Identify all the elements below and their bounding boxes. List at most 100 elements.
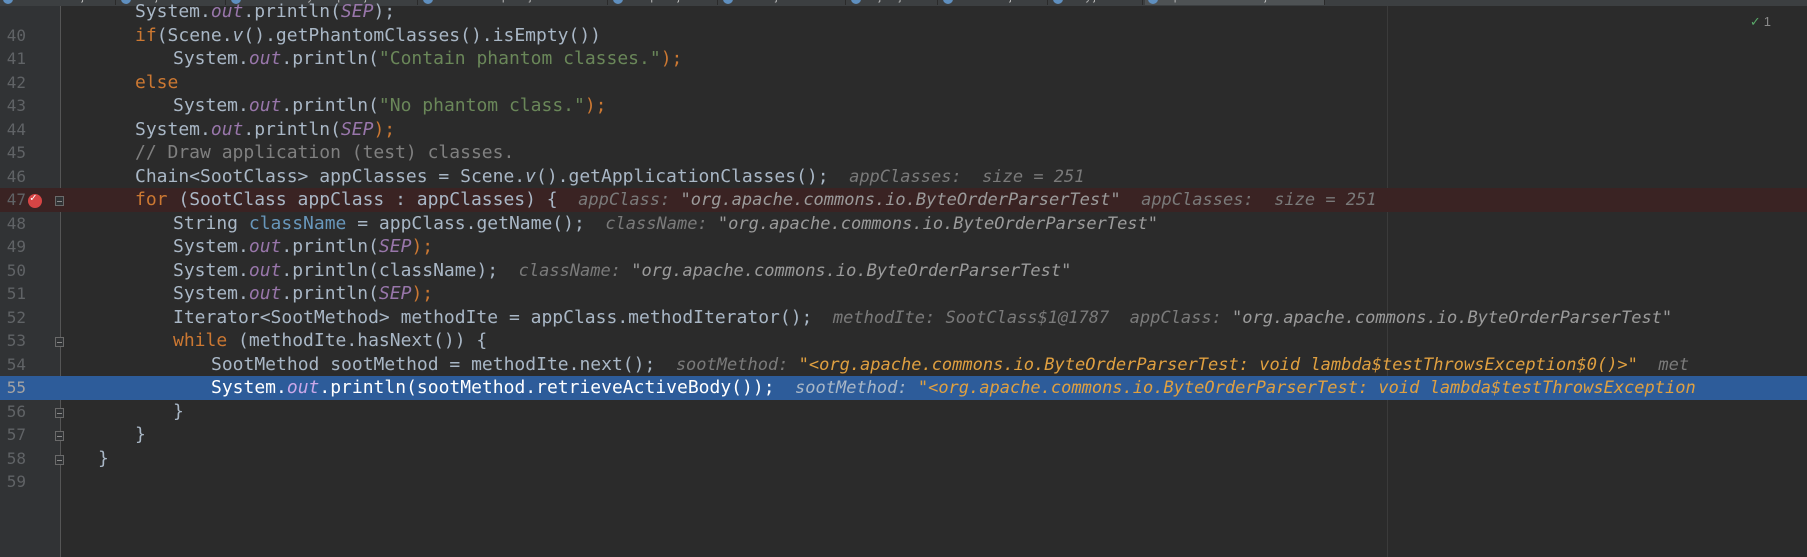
- code-token: "No phantom class.": [378, 95, 585, 116]
- code-token: System.: [135, 118, 211, 140]
- code-token: ().getPhantomClasses().isEmpty()): [243, 24, 602, 46]
- inspection-status[interactable]: ✓ 1: [1750, 14, 1771, 30]
- code-token: out: [248, 95, 282, 116]
- code-line[interactable]: 41 System.out.println("Contain phantom cl…: [0, 47, 1807, 71]
- debug-value-token: className:: [605, 213, 718, 234]
- code-line[interactable]: 58}: [0, 447, 1807, 471]
- code-line[interactable]: 48 String className = appClass.getName();…: [0, 212, 1807, 236]
- fold-icon[interactable]: [55, 431, 64, 441]
- debug-inline-value: className: "org.apache.commons.io.ByteOr…: [585, 214, 1158, 234]
- code-text[interactable]: String className = appClass.getName(); c…: [173, 212, 1158, 237]
- code-line[interactable]: 42 else: [0, 71, 1807, 95]
- line-number[interactable]: 56: [0, 400, 26, 424]
- debug-inline-value: className: "org.apache.commons.io.ByteOr…: [498, 261, 1072, 281]
- code-text[interactable]: for (SootClass appClass : appClasses) { …: [135, 188, 1377, 213]
- code-token: System.: [173, 259, 249, 281]
- code-text[interactable]: else: [135, 71, 178, 95]
- code-token: (SootClass appClass : appClasses) {: [167, 189, 558, 210]
- code-line[interactable]: 56}: [0, 400, 1807, 424]
- code-token: SootMethod sootMethod = methodIte.next()…: [211, 353, 656, 375]
- debug-value-token: appClasses:: [1120, 190, 1275, 210]
- breakpoint-icon[interactable]: [28, 191, 42, 208]
- line-number[interactable]: 41: [0, 47, 26, 71]
- code-text[interactable]: System.out.println(sootMethod.retrieveAc…: [211, 376, 1696, 401]
- line-number[interactable]: 45: [0, 141, 26, 165]
- code-token: if: [135, 24, 157, 46]
- code-line[interactable]: 44 System.out.println(SEP);: [0, 118, 1807, 142]
- current-execution-line[interactable]: 55 System.out.println(sootMethod.retrieve…: [0, 376, 1807, 400]
- debug-inline-value: sootMethod: "<org.apache.commons.io.Byte…: [655, 355, 1689, 375]
- code-text[interactable]: }: [135, 423, 146, 447]
- code-line[interactable]: 57}: [0, 423, 1807, 447]
- line-number[interactable]: 57: [0, 423, 26, 447]
- code-line[interactable]: 52 Iterator<SootMethod> methodIte = appCl…: [0, 306, 1807, 330]
- code-text[interactable]: Chain<SootClass> appClasses = Scene.v().…: [135, 165, 1085, 190]
- code-line[interactable]: 59: [0, 470, 1807, 494]
- line-number[interactable]: 53: [0, 329, 26, 353]
- code-text[interactable]: System.out.println(className); className…: [173, 259, 1071, 284]
- line-number[interactable]: 43: [0, 94, 26, 118]
- code-line[interactable]: 45 // Draw application (test) classes.: [0, 141, 1807, 165]
- debug-value-token: appClass:: [578, 190, 681, 210]
- code-token: System.: [135, 1, 211, 22]
- line-number[interactable]: 44: [0, 118, 26, 142]
- code-line[interactable]: 43 System.out.println("No phantom class."…: [0, 94, 1807, 118]
- code-text[interactable]: System.out.println("No phantom class.");: [173, 94, 607, 118]
- fold-icon[interactable]: [55, 454, 64, 465]
- line-number[interactable]: 40: [0, 24, 26, 48]
- code-text[interactable]: }: [98, 447, 109, 471]
- line-number[interactable]: 55: [0, 376, 26, 400]
- code-token: else: [135, 71, 179, 93]
- code-token: for: [135, 189, 168, 210]
- code-token: out: [248, 259, 282, 281]
- code-line[interactable]: System.out.println(SEP);: [0, 0, 1807, 24]
- code-text[interactable]: // Draw application (test) classes.: [135, 141, 514, 165]
- code-token: System.: [173, 95, 249, 116]
- code-line[interactable]: 51 System.out.println(SEP);: [0, 282, 1807, 306]
- line-number[interactable]: 49: [0, 235, 26, 259]
- debug-value-token: size = 251: [982, 166, 1085, 187]
- code-token: .println(className);: [281, 259, 499, 281]
- code-line[interactable]: 49 System.out.println(SEP);: [0, 235, 1807, 259]
- line-number[interactable]: 51: [0, 282, 26, 306]
- code-text[interactable]: Iterator<SootMethod> methodIte = appClas…: [173, 306, 1672, 331]
- code-text[interactable]: }: [173, 400, 184, 424]
- line-number[interactable]: 50: [0, 259, 26, 283]
- code-token: out: [210, 1, 244, 22]
- line-number[interactable]: 46: [0, 165, 26, 189]
- fold-icon[interactable]: [55, 407, 64, 418]
- code-text[interactable]: System.out.println(SEP);: [135, 118, 395, 142]
- breakpoint-line[interactable]: 47 for (SootClass appClass : appClasses) …: [0, 188, 1807, 212]
- line-number[interactable]: 52: [0, 306, 26, 330]
- line-number[interactable]: 54: [0, 353, 26, 377]
- code-text[interactable]: System.out.println(SEP);: [173, 282, 433, 306]
- code-line[interactable]: 40 if(Scene.v().getPhantomClasses().isEmp…: [0, 24, 1807, 48]
- line-number[interactable]: 59: [0, 470, 26, 494]
- line-number[interactable]: 58: [0, 447, 26, 471]
- code-line[interactable]: 54 SootMethod sootMethod = methodIte.next…: [0, 353, 1807, 377]
- code-text[interactable]: while (methodIte.hasNext()) {: [173, 329, 487, 353]
- debug-inline-value: sootMethod: "<org.apache.commons.io.Byte…: [775, 378, 1696, 398]
- code-text[interactable]: System.out.println(SEP);: [173, 235, 433, 259]
- debug-value-token: sootMethod:: [795, 378, 918, 398]
- code-text[interactable]: System.out.println("Contain phantom clas…: [173, 47, 682, 71]
- code-line[interactable]: 50 System.out.println(className); classNa…: [0, 259, 1807, 283]
- fold-icon[interactable]: [55, 337, 64, 347]
- code-text[interactable]: SootMethod sootMethod = methodIte.next()…: [211, 353, 1689, 378]
- code-text[interactable]: if(Scene.v().getPhantomClasses().isEmpty…: [135, 24, 601, 48]
- code-token: );: [660, 48, 683, 69]
- code-token: .println(: [281, 95, 379, 116]
- line-number[interactable]: 47: [0, 188, 26, 212]
- line-number[interactable]: 48: [0, 212, 26, 236]
- fold-icon[interactable]: [55, 196, 64, 206]
- code-token: .println(: [243, 118, 341, 140]
- code-token: SEP: [340, 118, 374, 140]
- code-token: );: [373, 1, 396, 22]
- code-token: System.: [173, 236, 249, 257]
- code-line[interactable]: 46 Chain<SootClass> appClasses = Scene.v(…: [0, 165, 1807, 189]
- code-token: }: [98, 447, 109, 469]
- code-line[interactable]: 53 while (methodIte.hasNext()) {: [0, 329, 1807, 353]
- line-number[interactable]: 42: [0, 71, 26, 95]
- code-token: (Scene.: [156, 24, 233, 46]
- code-text[interactable]: System.out.println(SEP);: [135, 0, 395, 24]
